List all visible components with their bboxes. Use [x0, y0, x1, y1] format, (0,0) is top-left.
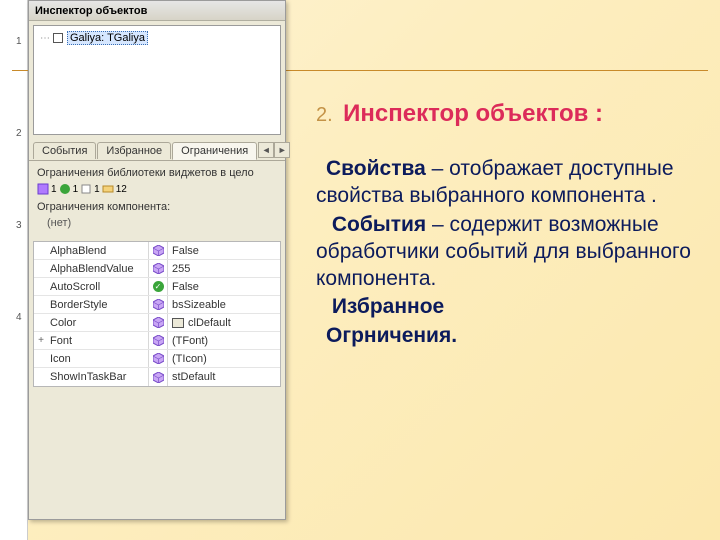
property-name: AlphaBlend — [48, 245, 148, 257]
component-tree[interactable]: ⋯ Galiya: TGaliya — [33, 25, 281, 135]
property-row[interactable]: +Font (TFont) — [34, 332, 280, 350]
count-icon-2 — [59, 183, 71, 195]
tree-item-root[interactable]: ⋯ Galiya: TGaliya — [38, 30, 276, 46]
property-row[interactable]: AutoScroll ✓ False — [34, 278, 280, 296]
property-row[interactable]: ShowInTaskBar stDefault — [34, 368, 280, 386]
property-value[interactable]: clDefault — [168, 317, 280, 329]
bullet-favorites: Избранное — [316, 294, 702, 321]
expand-toggle[interactable]: + — [34, 335, 48, 346]
bullet-events: События – содержит возможные обработчики… — [316, 212, 702, 293]
property-value[interactable]: bsSizeable — [168, 299, 280, 311]
tab-restrictions[interactable]: Ограничения — [172, 142, 257, 160]
property-row[interactable]: Icon (TIcon) — [34, 350, 280, 368]
library-restrictions-label: Ограничения библиотеки виджетов в цело — [37, 167, 277, 179]
tab-strip: События Избранное Ограничения ◄ ► — [29, 139, 285, 161]
tab-scroll-right-button[interactable]: ► — [274, 142, 290, 158]
bullet-properties: Свойства – отображает доступные свойства… — [316, 156, 702, 210]
chevron-right-icon: ► — [278, 145, 287, 155]
tab-events[interactable]: События — [33, 142, 96, 159]
property-name: AlphaBlendValue — [48, 263, 148, 275]
cube-icon — [153, 263, 164, 274]
property-name: Icon — [48, 353, 148, 365]
property-type-icon — [149, 317, 167, 328]
component-restrictions-none: (нет) — [37, 217, 277, 229]
property-row[interactable]: AlphaBlendValue 255 — [34, 260, 280, 278]
slide-heading: 2. Инспектор объектов : — [316, 100, 702, 128]
property-row[interactable]: AlphaBlend False — [34, 242, 280, 260]
property-grid[interactable]: AlphaBlend False AlphaBlendValue 255 AutoScr… — [33, 241, 281, 387]
heading-text: Инспектор объектов : — [343, 100, 603, 127]
property-value[interactable]: False — [168, 281, 280, 293]
property-value[interactable]: (TIcon) — [168, 353, 280, 365]
property-name: Color — [48, 317, 148, 329]
property-type-icon — [149, 335, 167, 346]
object-inspector-window: Инспектор объектов ⋯ Galiya: TGaliya Соб… — [28, 0, 286, 520]
slide-content: 2. Инспектор объектов : Свойства – отобр… — [316, 100, 702, 352]
property-name: AutoScroll — [48, 281, 148, 293]
cube-icon — [153, 372, 164, 383]
tree-connector-icon: ⋯ — [40, 33, 49, 44]
property-row[interactable]: Color clDefault — [34, 314, 280, 332]
property-type-icon — [149, 263, 167, 274]
tree-item-label: Galiya: TGaliya — [67, 31, 148, 45]
property-type-icon — [149, 372, 167, 383]
cube-icon — [153, 335, 164, 346]
property-type-icon — [149, 245, 167, 256]
count-icon-1 — [37, 183, 49, 195]
property-type-icon — [149, 353, 167, 364]
restriction-counts: 1 1 1 12 — [37, 183, 277, 195]
property-name: BorderStyle — [48, 299, 148, 311]
count-icon-3 — [80, 183, 92, 195]
checkmark-icon: ✓ — [153, 281, 164, 292]
component-restrictions-label: Ограничения компонента: — [37, 201, 277, 213]
slide-ruler: 1 2 3 4 — [0, 0, 28, 540]
count-icon-4 — [102, 183, 114, 195]
cube-icon — [153, 299, 164, 310]
property-name: ShowInTaskBar — [48, 371, 148, 383]
property-row[interactable]: BorderStyle bsSizeable — [34, 296, 280, 314]
form-icon — [53, 33, 63, 43]
property-value[interactable]: stDefault — [168, 371, 280, 383]
property-type-icon: ✓ — [149, 281, 167, 292]
tab-scroll-left-button[interactable]: ◄ — [258, 142, 274, 158]
property-value[interactable]: 255 — [168, 263, 280, 275]
cube-icon — [153, 245, 164, 256]
heading-number: 2. — [316, 104, 333, 126]
bullet-restrictions: Огрничения. — [316, 323, 702, 350]
property-value[interactable]: (TFont) — [168, 335, 280, 347]
chevron-left-icon: ◄ — [262, 145, 271, 155]
window-title: Инспектор объектов — [35, 5, 147, 17]
cube-icon — [153, 353, 164, 364]
property-value[interactable]: False — [168, 245, 280, 257]
property-name: Font — [48, 335, 148, 347]
window-titlebar[interactable]: Инспектор объектов — [29, 1, 285, 21]
property-type-icon — [149, 299, 167, 310]
cube-icon — [153, 317, 164, 328]
color-swatch-icon — [172, 318, 184, 328]
restrictions-panel: Ограничения библиотеки виджетов в цело 1… — [29, 161, 285, 235]
tab-favorites[interactable]: Избранное — [97, 142, 171, 159]
